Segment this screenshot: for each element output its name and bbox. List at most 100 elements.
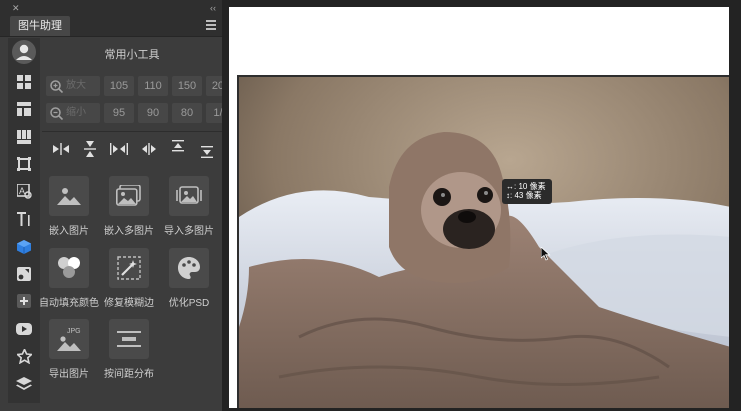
- auto-fill-color-label: 自动填充颜色: [39, 298, 99, 309]
- optimize-psd-tile[interactable]: [169, 248, 209, 288]
- zoom-preset-110[interactable]: 110: [138, 76, 168, 96]
- magic-wand-icon: [117, 256, 141, 280]
- divider: [42, 131, 222, 132]
- align-center-vertical-button[interactable]: [79, 138, 101, 160]
- align-h-center-icon: [53, 143, 69, 155]
- svg-text:JPG: JPG: [67, 328, 81, 335]
- panel-tabbar: 图牛助理: [0, 16, 222, 37]
- zoom-out-icon: [50, 106, 63, 120]
- plus-icon: [17, 294, 31, 308]
- sidebar-item-grid[interactable]: [8, 69, 40, 95]
- import-multi-image-tile[interactable]: [169, 176, 209, 216]
- embed-multi-image-tile[interactable]: [109, 176, 149, 216]
- zoom-out-row: 缩小 95 90 80 1/2: [46, 103, 236, 123]
- panel-menu-icon[interactable]: [206, 20, 216, 32]
- align-bottom-button[interactable]: [196, 138, 218, 160]
- zoom-out-placeholder: 缩小: [66, 107, 86, 118]
- embed-image-tool[interactable]: 嵌入图片: [39, 176, 99, 237]
- align-outward-button[interactable]: [138, 138, 160, 160]
- section-title: 常用小工具: [104, 49, 160, 61]
- optimize-psd-tool[interactable]: 优化PSD: [159, 248, 219, 309]
- columns-icon: [17, 130, 31, 144]
- align-top-icon: [171, 140, 184, 152]
- distribute-spacing-label: 按间距分布: [104, 369, 154, 380]
- embed-image-tile[interactable]: [49, 176, 89, 216]
- layers-icon: [16, 377, 32, 390]
- tools-content: 常用小工具 放大 105 110 150 200 缩小 95 90 80 1/2: [39, 38, 236, 403]
- close-icon[interactable]: ✕: [12, 3, 20, 13]
- avatar-icon: [12, 40, 36, 64]
- align-outward-icon: [141, 143, 156, 155]
- sidebar-item-text[interactable]: [8, 206, 40, 232]
- zoom-in-field[interactable]: 放大: [46, 76, 100, 96]
- sidebar-item-avatar[interactable]: [8, 39, 40, 65]
- align-bottom-icon: [200, 146, 213, 158]
- multi-image-icon: [116, 185, 141, 206]
- sidebar: A: [8, 38, 40, 403]
- text-cursor-icon: [17, 212, 30, 226]
- align-top-button[interactable]: [167, 138, 189, 160]
- zoom-preset-105[interactable]: 105: [104, 76, 134, 96]
- image-icon: [57, 188, 81, 205]
- export-image-tile[interactable]: JPG: [49, 319, 89, 359]
- sidebar-item-layers[interactable]: [8, 371, 40, 397]
- badge-icon: [16, 348, 32, 364]
- zoom-in-icon: [50, 79, 63, 93]
- sidebar-item-layout[interactable]: [8, 96, 40, 122]
- zoom-preset-95[interactable]: 95: [104, 103, 134, 123]
- fix-blur-edge-label: 修复模糊边: [104, 298, 154, 309]
- measure-tooltip: ↔: 10 像素 ↕: 43 像素: [502, 179, 552, 204]
- distribute-spacing-tool[interactable]: 按间距分布: [99, 319, 159, 380]
- zoom-in-row: 放大 105 110 150 200: [46, 76, 236, 96]
- zoom-preset-80[interactable]: 80: [172, 103, 202, 123]
- fix-blur-edge-tile[interactable]: [109, 248, 149, 288]
- sidebar-item-crop[interactable]: [8, 151, 40, 177]
- embed-multi-image-label: 嵌入多图片: [104, 226, 154, 237]
- sidebar-item-columns[interactable]: [8, 124, 40, 150]
- zoom-preset-150[interactable]: 150: [172, 76, 202, 96]
- pug-image: [239, 77, 729, 408]
- tooltip-horizontal-distance: ↔: 10 像素: [506, 182, 546, 191]
- export-image-label: 导出图片: [49, 369, 89, 380]
- export-jpg-icon: JPG: [57, 328, 81, 351]
- sidebar-item-add[interactable]: [8, 288, 40, 314]
- sidebar-item-3d[interactable]: [8, 234, 40, 260]
- grid-icon: [17, 75, 31, 89]
- crop-frame-icon: [17, 157, 31, 171]
- import-multi-image-tool[interactable]: 导入多图片: [159, 176, 219, 237]
- align-spread-h-icon: [110, 143, 129, 155]
- tab-tuniu-assistant[interactable]: 图牛助理: [10, 16, 70, 36]
- sidebar-item-badge[interactable]: [8, 343, 40, 369]
- align-toolbar: [50, 138, 218, 160]
- zoom-in-placeholder: 放大: [66, 80, 86, 91]
- distribute-icon: [117, 331, 141, 347]
- embed-image-label: 嵌入图片: [49, 226, 89, 237]
- sidebar-item-text-image[interactable]: A: [8, 178, 40, 204]
- color-fill-icon: [58, 257, 80, 278]
- auto-fill-color-tool[interactable]: 自动填充颜色: [39, 248, 99, 309]
- layout-icon: [17, 102, 31, 116]
- sidebar-item-mosaic[interactable]: [8, 261, 40, 287]
- align-v-center-icon: [84, 141, 97, 157]
- align-center-horizontal-button[interactable]: [50, 138, 72, 160]
- optimize-psd-label: 优化PSD: [168, 298, 210, 309]
- mosaic-icon: [17, 267, 31, 281]
- export-image-tool[interactable]: JPG 导出图片: [39, 319, 99, 380]
- play-icon: [16, 323, 32, 335]
- sidebar-item-video[interactable]: [8, 316, 40, 342]
- collapse-icon[interactable]: ‹‹: [210, 3, 216, 13]
- zoom-out-field[interactable]: 缩小: [46, 103, 100, 123]
- distribute-spacing-tile[interactable]: [109, 319, 149, 359]
- tooltip-vertical-distance: ↕: 43 像素: [506, 191, 542, 200]
- embed-multi-image-tool[interactable]: 嵌入多图片: [99, 176, 159, 237]
- fix-blur-edge-tool[interactable]: 修复模糊边: [99, 248, 159, 309]
- auto-fill-color-tile[interactable]: [49, 248, 89, 288]
- cube-icon: [17, 240, 31, 254]
- align-left-right-button[interactable]: [108, 138, 130, 160]
- arrow-cursor-icon: [540, 246, 551, 266]
- pug-photo[interactable]: [237, 75, 729, 408]
- text-image-icon: A: [16, 183, 32, 199]
- panel-title-bar: ✕ ‹‹: [0, 0, 222, 16]
- zoom-preset-90[interactable]: 90: [138, 103, 168, 123]
- palette-icon: [178, 257, 200, 279]
